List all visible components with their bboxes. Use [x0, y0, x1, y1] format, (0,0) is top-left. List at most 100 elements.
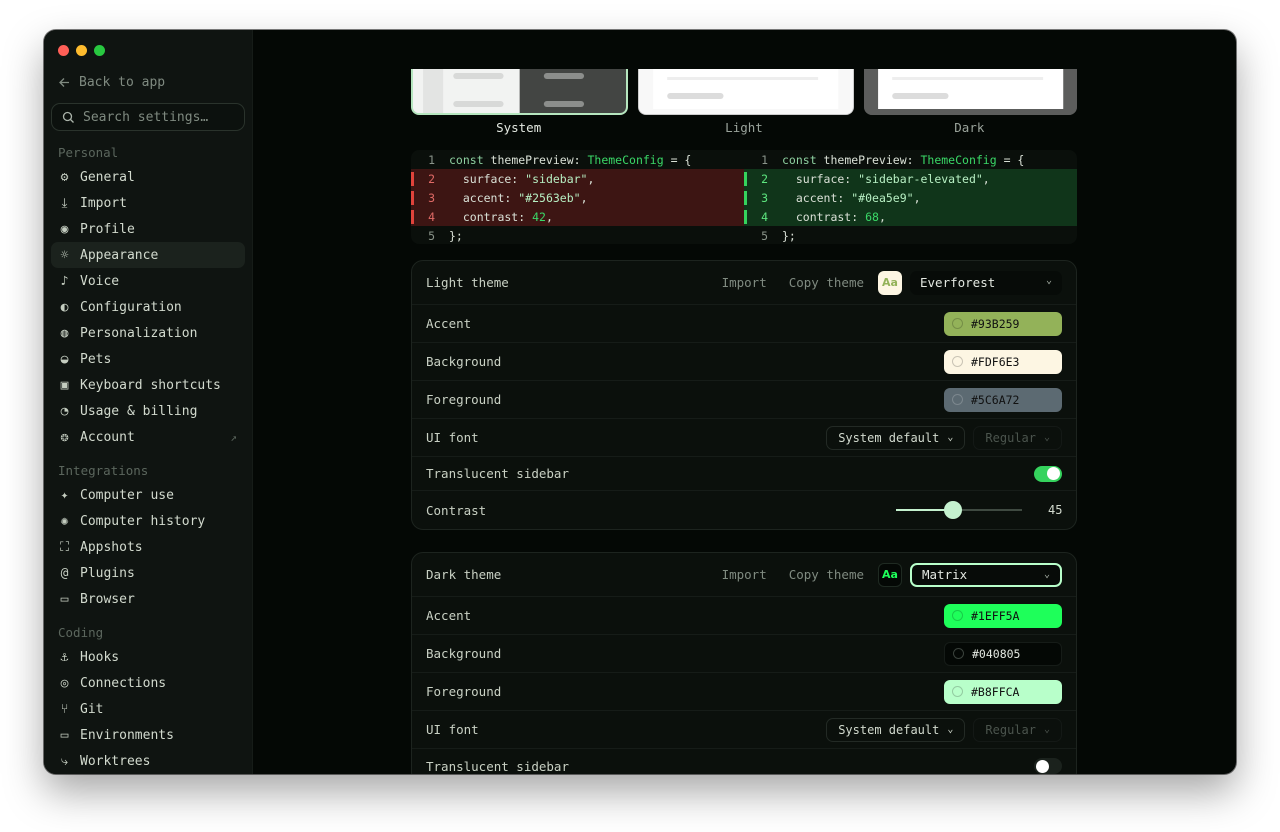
dark-copy-theme-button[interactable]: Copy theme	[789, 567, 864, 582]
light-ui-weight-select[interactable]: Regular ⌄	[973, 425, 1062, 450]
dark-background-swatch[interactable]: #040805	[944, 641, 1062, 666]
history-icon: ✺	[60, 513, 69, 529]
light-foreground-value: #5C6A72	[971, 392, 1020, 407]
sidebar-item-usage-billing[interactable]: ◔ Usage & billing	[51, 398, 245, 424]
light-foreground-label: Foreground	[426, 392, 502, 407]
theme-label-light[interactable]: Light	[636, 120, 851, 135]
light-font-preview-icon: Aa	[878, 270, 902, 295]
chevron-down-icon: ⌄	[947, 724, 954, 735]
gear-icon: ⚙	[60, 169, 69, 185]
sidebar-item-computer-history[interactable]: ✺ Computer history	[51, 508, 245, 534]
light-translucent-row: Translucent sidebar	[412, 457, 1076, 491]
sidebar-item-connections[interactable]: ◎ Connections	[51, 670, 245, 696]
sidebar-item-hooks[interactable]: ⚓ Hooks	[51, 644, 245, 670]
sidebar-item-configuration[interactable]: ◐ Configuration	[51, 294, 245, 320]
light-accent-swatch[interactable]: #93B259	[944, 311, 1062, 336]
diff-right-pane: 1 const themePreview: ThemeConfig = {2 su…	[744, 150, 1077, 244]
dark-translucent-toggle[interactable]	[1034, 758, 1062, 774]
sidebar-item-voice[interactable]: ♪ Voice	[51, 268, 245, 294]
theme-label-system[interactable]: System	[411, 120, 626, 135]
arrow-left-icon	[59, 78, 69, 87]
search-input[interactable]: Search settings…	[51, 103, 245, 131]
light-contrast-slider[interactable]	[896, 501, 1022, 519]
light-preview-icon	[639, 69, 853, 114]
download-icon: ⤓	[61, 195, 68, 211]
sidebar-item-label: Personalization	[80, 325, 198, 341]
dark-accent-swatch[interactable]: #1EFF5A	[944, 603, 1062, 628]
sidebar-item-label: Computer use	[80, 487, 174, 503]
zoom-window-button[interactable]	[94, 45, 105, 56]
sidebar-item-browser[interactable]: ▭ Browser	[51, 586, 245, 612]
theme-card-light[interactable]	[638, 69, 854, 115]
light-background-label: Background	[426, 354, 502, 369]
dark-import-button[interactable]: Import	[722, 567, 767, 582]
dark-ui-font-select[interactable]: System default ⌄	[826, 717, 966, 742]
dark-foreground-swatch[interactable]: #B8FFCA	[944, 679, 1062, 704]
light-translucent-toggle[interactable]	[1034, 465, 1062, 482]
diff-line: 1 const themePreview: ThemeConfig = {	[411, 150, 744, 169]
gauge-icon: ◔	[60, 403, 69, 419]
code-text: contrast: 42,	[449, 209, 553, 224]
light-theme-preset-select[interactable]: Everforest ⌄	[910, 270, 1062, 295]
nav-section-title: Coding	[58, 625, 104, 640]
light-foreground-swatch[interactable]: #5C6A72	[944, 387, 1062, 412]
back-to-app-label: Back to app	[79, 75, 166, 90]
dark-ui-font-label: UI font	[426, 722, 479, 737]
sidebar-item-pets[interactable]: ◒ Pets	[51, 346, 245, 372]
light-ui-font-select[interactable]: System default ⌄	[826, 425, 966, 450]
sidebar-item-git[interactable]: ⑂ Git	[51, 696, 245, 722]
sidebar-item-profile[interactable]: ◉ Profile	[51, 216, 245, 242]
dark-theme-preset-select[interactable]: Matrix ⌄	[910, 562, 1062, 587]
code-text: };	[449, 228, 463, 243]
dark-ui-weight-select[interactable]: Regular ⌄	[973, 717, 1062, 742]
close-window-button[interactable]	[58, 45, 69, 56]
sidebar-item-keyboard-shortcuts[interactable]: ▣ Keyboard shortcuts	[51, 372, 245, 398]
diff-line: 4 contrast: 68,	[744, 207, 1077, 226]
sidebar-item-environments[interactable]: ▭ Environments	[51, 722, 245, 748]
minimize-window-button[interactable]	[76, 45, 87, 56]
light-ui-weight-value: Regular	[985, 430, 1036, 445]
sidebar-item-appearance[interactable]: ☼ Appearance	[51, 242, 245, 268]
line-number: 5	[428, 228, 435, 243]
search-icon	[62, 111, 74, 123]
light-contrast-label: Contrast	[426, 502, 487, 518]
diff-line: 2 surface: "sidebar",	[411, 169, 744, 188]
sidebar-item-worktrees[interactable]: ⤷ Worktrees	[51, 748, 245, 774]
chevron-down-icon: ⌄	[1043, 724, 1050, 735]
sidebar-item-import[interactable]: ⤓ Import	[51, 190, 245, 216]
theme-label-dark[interactable]: Dark	[862, 120, 1077, 135]
theme-card-dark[interactable]	[863, 69, 1077, 115]
screenshot-icon: ⛶	[59, 539, 70, 555]
dark-accent-label: Accent	[426, 608, 472, 623]
diff-left-pane: 1 const themePreview: ThemeConfig = {2 su…	[411, 150, 744, 244]
line-number: 2	[411, 171, 449, 186]
code-text: surface: "sidebar",	[449, 171, 595, 186]
sidebar-item-label: Git	[80, 701, 104, 717]
diff-line: 5};	[411, 226, 744, 244]
light-background-swatch[interactable]: #FDF6E3	[944, 349, 1062, 374]
light-import-button[interactable]: Import	[722, 275, 767, 290]
sidebar-item-plugins[interactable]: @ Plugins	[51, 560, 245, 586]
sidebar-item-label: Connections	[80, 675, 167, 691]
search-placeholder: Search settings…	[83, 109, 209, 125]
sidebar-item-general[interactable]: ⚙ General	[51, 164, 245, 190]
dark-background-value: #040805	[972, 646, 1021, 661]
light-copy-theme-button[interactable]: Copy theme	[789, 275, 864, 290]
sidebar-item-account[interactable]: ❂ Account ↗	[51, 424, 245, 450]
monitor-icon: ▭	[60, 727, 69, 743]
sliders-icon: ◐	[60, 299, 69, 315]
color-dot-icon	[952, 394, 963, 405]
sidebar-item-computer-use[interactable]: ✦ Computer use	[51, 482, 245, 508]
light-ui-font-value: System default	[838, 430, 940, 445]
toggle-knob	[1047, 467, 1060, 480]
slider-thumb[interactable]	[943, 501, 962, 519]
theme-card-system[interactable]	[411, 69, 629, 115]
dark-translucent-row: Translucent sidebar	[412, 749, 1076, 774]
sidebar-item-appshots[interactable]: ⛶ Appshots	[51, 534, 245, 560]
dark-foreground-value: #B8FFCA	[971, 684, 1020, 699]
back-to-app-link[interactable]: Back to app	[58, 75, 165, 90]
keyboard-icon: ▣	[60, 377, 69, 393]
light-foreground-row: Foreground #5C6A72	[412, 381, 1076, 419]
microphone-icon: ♪	[60, 273, 69, 289]
sidebar-item-personalization[interactable]: ◍ Personalization	[51, 320, 245, 346]
